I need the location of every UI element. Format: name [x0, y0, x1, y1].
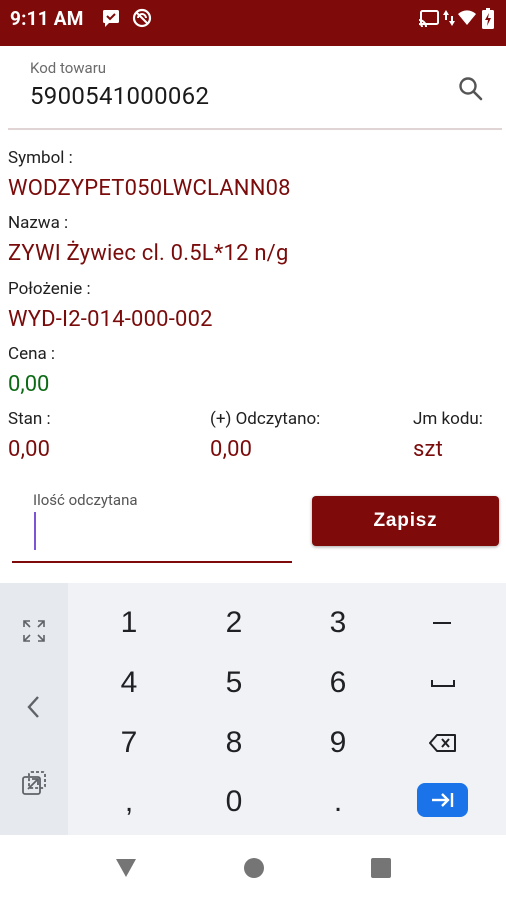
backspace-icon [429, 734, 456, 752]
data-arrows-icon [443, 8, 455, 32]
location-value: WYD-I2-014-000-002 [8, 307, 213, 332]
status-time: 9:11 AM [10, 7, 84, 30]
read-value: 0,00 [210, 437, 253, 462]
key-backspace[interactable] [391, 714, 495, 772]
home-circle-icon[interactable] [241, 855, 267, 881]
field-underline [8, 128, 502, 130]
numeric-keyboard: 1 2 3 4 5 6 7 8 9 , 0 . [0, 583, 506, 835]
status-bar: 9:11 AM [0, 0, 506, 46]
key-5[interactable]: 5 [182, 654, 286, 712]
product-code-field[interactable]: Kod towaru 5900541000062 [8, 46, 502, 130]
key-7[interactable]: 7 [77, 714, 181, 772]
price-value: 0,00 [8, 372, 50, 397]
key-period[interactable]: . [286, 773, 390, 831]
quantity-underline [12, 561, 292, 563]
space-icon [431, 680, 455, 687]
search-icon[interactable] [456, 74, 486, 104]
save-button[interactable]: Zapisz [312, 496, 499, 546]
key-9[interactable]: 9 [286, 714, 390, 772]
key-minus[interactable] [391, 594, 495, 652]
text-cursor [34, 512, 36, 550]
key-space[interactable] [391, 654, 495, 712]
symbol-label: Symbol : [8, 148, 73, 168]
key-comma[interactable]: , [77, 773, 181, 831]
name-label: Nazwa : [8, 213, 69, 233]
key-8[interactable]: 8 [182, 714, 286, 772]
back-triangle-icon[interactable] [113, 855, 139, 881]
popout-icon[interactable] [0, 753, 68, 813]
battery-icon [482, 8, 494, 34]
quantity-label: Ilość odczytana [33, 491, 138, 509]
key-6[interactable]: 6 [286, 654, 390, 712]
stock-label: Stan : [8, 409, 51, 429]
product-code-input[interactable]: 5900541000062 [30, 82, 209, 110]
key-1[interactable]: 1 [77, 594, 181, 652]
price-label: Cena : [8, 344, 56, 364]
key-2[interactable]: 2 [182, 594, 286, 652]
key-4[interactable]: 4 [77, 654, 181, 712]
message-icon [101, 8, 121, 32]
symbol-value: WODZYPET050LWCLANN08 [8, 176, 291, 201]
expand-icon[interactable] [0, 601, 68, 661]
read-label: (+) Odczytano: [210, 409, 321, 429]
stock-value: 0,00 [8, 437, 51, 462]
key-0[interactable]: 0 [182, 773, 286, 831]
quantity-input[interactable]: Ilość odczytana [12, 482, 292, 564]
name-value: ZYWI Żywiec cl. 0.5L*12 n/g [8, 241, 289, 266]
key-3[interactable]: 3 [286, 594, 390, 652]
back-arrow-icon[interactable] [0, 677, 68, 737]
dnd-icon [132, 8, 152, 32]
product-code-label: Kod towaru [30, 59, 107, 77]
minus-icon [433, 622, 451, 624]
unit-value: szt [413, 437, 444, 462]
unit-label: Jm kodu: [413, 409, 483, 429]
location-label: Położenie : [8, 279, 91, 299]
cast-icon [418, 8, 440, 32]
key-next[interactable] [417, 783, 468, 817]
recents-square-icon[interactable] [368, 855, 394, 881]
tab-next-icon [431, 793, 453, 807]
wifi-icon [457, 8, 477, 32]
system-nav-bar [0, 835, 506, 900]
